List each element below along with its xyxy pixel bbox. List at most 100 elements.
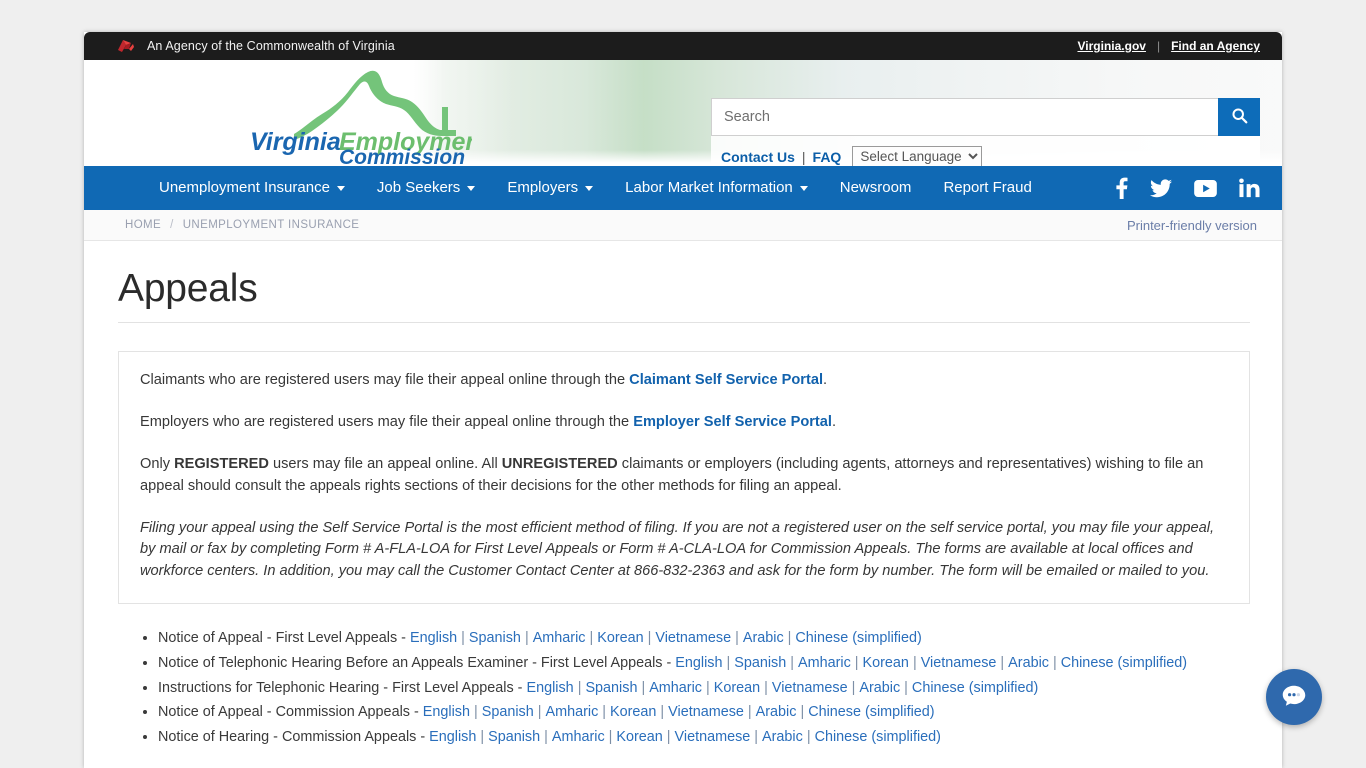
language-link-arabic[interactable]: Arabic [756,704,797,720]
language-link-vietnamese[interactable]: Vietnamese [772,680,848,696]
search-panel: Contact Us | FAQ Select Language [711,98,1260,166]
language-link-vietnamese[interactable]: Vietnamese [655,630,731,646]
nav-item-report-fraud[interactable]: Report Fraud [927,166,1047,210]
breadcrumb-item-unemployment-insurance[interactable]: UNEMPLOYMENT INSURANCE [183,219,360,231]
language-link-vietnamese[interactable]: Vietnamese [921,655,997,671]
language-link-chinese-simplified[interactable]: Chinese (simplified) [808,704,934,720]
virginia-gov-link[interactable]: Virginia.gov [1078,39,1146,53]
search-input[interactable] [711,98,1218,136]
nav-item-job-seekers[interactable]: Job Seekers [361,166,491,210]
language-link-amharic[interactable]: Amharic [533,630,586,646]
facebook-icon[interactable] [1116,177,1128,199]
language-link-korean[interactable]: Korean [610,704,656,720]
language-link-spanish[interactable]: Spanish [585,680,637,696]
nav-item-newsroom[interactable]: Newsroom [824,166,928,210]
site-container: An Agency of the Commonwealth of Virgini… [84,32,1322,768]
notice-paragraph-filing-instructions: Filing your appeal using the Self Servic… [140,519,1215,580]
notice-paragraph-registration: Only REGISTERED users may file an appeal… [140,454,1228,498]
language-select[interactable]: Select Language [852,146,983,166]
employer-self-service-portal-link[interactable]: Employer Self Service Portal [633,414,832,430]
registered-emphasis: REGISTERED [174,455,269,472]
language-link-chinese-simplified[interactable]: Chinese (simplified) [795,630,921,646]
language-link-arabic[interactable]: Arabic [1008,655,1049,671]
language-link-vietnamese[interactable]: Vietnamese [668,704,744,720]
youtube-icon[interactable] [1194,179,1217,197]
utility-links: Contact Us | FAQ Select Language [711,146,1260,166]
claimant-self-service-portal-link[interactable]: Claimant Self Service Portal [629,372,823,388]
language-separator: | [666,729,671,746]
list-item: Notice of Telephonic Hearing Before an A… [158,651,1250,676]
nav-item-labor-market-information[interactable]: Labor Market Information [609,166,824,210]
chat-bubble-icon [1279,681,1309,714]
language-link-korean[interactable]: Korean [863,655,909,671]
search-row [711,98,1260,136]
contact-us-link[interactable]: Contact Us [721,149,795,165]
notice-paragraph-employers: Employers who are registered users may f… [140,412,1228,434]
language-link-amharic[interactable]: Amharic [649,680,702,696]
nav-label: Report Fraud [943,179,1032,196]
language-link-english[interactable]: English [429,729,476,745]
nav-item-unemployment-insurance[interactable]: Unemployment Insurance [143,166,361,210]
language-separator: | [544,729,548,746]
document-language-list: Notice of Appeal - First Level Appeals -… [118,626,1250,750]
language-separator: | [473,704,478,721]
commonwealth-links: Virginia.gov | Find an Agency [1078,32,1261,60]
breadcrumb-bar: HOME / UNEMPLOYMENT INSURANCE Printer-fr… [84,210,1282,241]
language-link-arabic[interactable]: Arabic [743,630,784,646]
language-separator: | [754,729,759,746]
document-title: Notice of Telephonic Hearing Before an A… [158,654,676,671]
svg-text:Virginia: Virginia [250,128,341,156]
language-link-vietnamese[interactable]: Vietnamese [675,729,751,745]
language-link-korean[interactable]: Korean [597,630,643,646]
language-link-spanish[interactable]: Spanish [469,630,521,646]
language-separator: | [806,729,811,746]
language-link-english[interactable]: English [423,704,470,720]
language-separator: | [726,654,731,671]
language-link-chinese-simplified[interactable]: Chinese (simplified) [1061,655,1187,671]
language-separator: | [1052,654,1057,671]
employer-text-before: Employers who are registered users may f… [140,413,634,430]
faq-link[interactable]: FAQ [813,149,842,165]
notice-box: Claimants who are registered users may f… [118,350,1250,605]
language-link-english[interactable]: English [410,630,457,646]
language-separator: | [912,654,917,671]
chat-widget-button[interactable] [1266,669,1322,725]
employer-text-after: . [831,413,837,430]
nav-item-list: Unemployment Insurance Job Seekers Emplo… [143,166,1048,210]
twitter-icon[interactable] [1150,178,1172,198]
site-header: Virginia Employment Commission [84,60,1282,166]
document-title: Notice of Appeal - Commission Appeals - [158,704,423,721]
commonwealth-brand: An Agency of the Commonwealth of Virgini… [115,38,395,54]
language-link-chinese-simplified[interactable]: Chinese (simplified) [912,680,1038,696]
unregistered-emphasis: UNREGISTERED [501,455,618,472]
claimant-text-after: . [823,371,828,388]
find-an-agency-link[interactable]: Find an Agency [1171,39,1260,53]
nav-item-employers[interactable]: Employers [491,166,609,210]
language-separator: | [480,729,485,746]
language-separator: | [524,630,529,647]
linkedin-icon[interactable] [1239,178,1260,198]
language-link-english[interactable]: English [675,655,722,671]
breadcrumb-item-home[interactable]: HOME [125,219,161,231]
claimant-text-before: Claimants who are registered users may f… [140,371,630,388]
language-link-amharic[interactable]: Amharic [545,704,598,720]
language-link-arabic[interactable]: Arabic [762,729,803,745]
language-link-korean[interactable]: Korean [616,729,662,745]
breadcrumb-separator: / [170,219,174,231]
language-separator: | [461,630,465,647]
language-separator: | [660,704,665,721]
language-separator: | [851,679,856,696]
chevron-down-icon [467,185,476,191]
language-link-amharic[interactable]: Amharic [552,729,605,745]
language-link-korean[interactable]: Korean [714,680,760,696]
vec-logo[interactable]: Virginia Employment Commission [242,62,491,166]
language-link-arabic[interactable]: Arabic [859,680,900,696]
language-link-english[interactable]: English [526,680,573,696]
language-link-amharic[interactable]: Amharic [798,655,851,671]
language-link-spanish[interactable]: Spanish [488,729,540,745]
search-button[interactable] [1218,98,1260,136]
language-link-chinese-simplified[interactable]: Chinese (simplified) [815,729,941,745]
printer-friendly-link[interactable]: Printer-friendly version [1127,218,1257,233]
language-link-spanish[interactable]: Spanish [734,655,786,671]
language-link-spanish[interactable]: Spanish [482,704,534,720]
